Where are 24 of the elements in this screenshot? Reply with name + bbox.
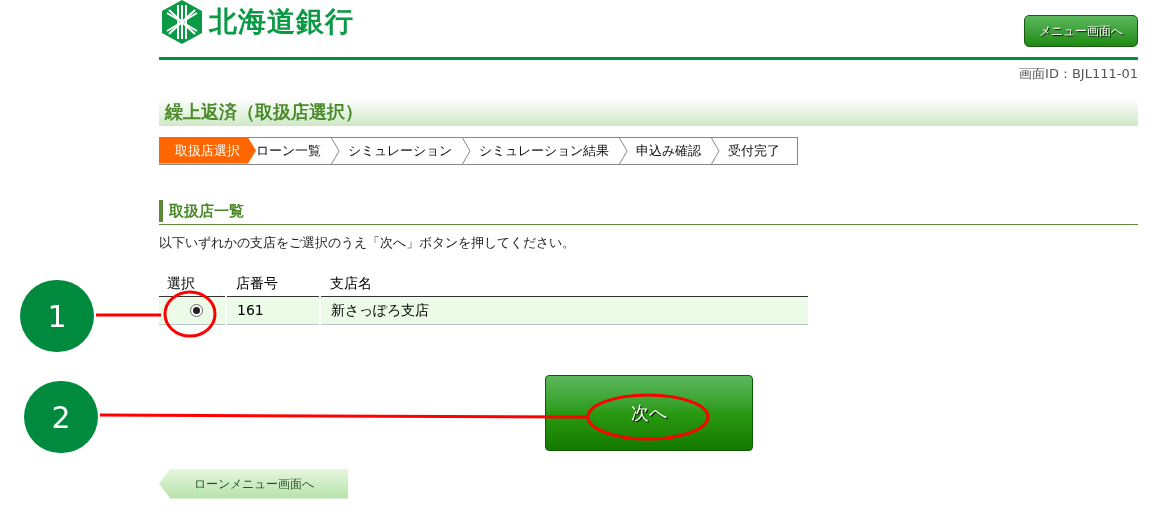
progress-step: シミュレーション結果 (471, 137, 619, 164)
bank-name: 北海道銀行 (209, 8, 354, 36)
instruction-text: 以下いずれかの支店をご選択のうえ「次へ」ボタンを押してください。 (159, 234, 576, 252)
column-header: 選択 (159, 270, 226, 296)
table-cell: 161 (226, 296, 320, 324)
step-marker: 1 (20, 280, 94, 352)
column-header: 支店名 (320, 270, 808, 296)
highlight-ring (163, 290, 217, 338)
column-header: 店番号 (226, 270, 320, 296)
page-title: 繰上返済（取扱店選択） (165, 100, 363, 124)
leader-line (96, 313, 161, 317)
radio-button[interactable] (189, 304, 203, 317)
logo-icon (159, 0, 205, 45)
section-title: 取扱店一覧 (159, 199, 244, 222)
table-cell: 新さっぽろ支店 (320, 296, 808, 324)
step-marker: 2 (24, 381, 98, 453)
menu-screen-button[interactable]: メニュー画面へ (1024, 15, 1138, 47)
progress-step: 申込み確認 (628, 137, 711, 164)
progress-step: シミュレーション (340, 137, 462, 164)
progress-step: 取扱店選択 (159, 137, 256, 164)
progress-step: 受付完了 (720, 137, 790, 164)
screen-id: 画面ID：BJL111-01 (1019, 65, 1138, 83)
loan-menu-button[interactable]: ローンメニュー画面へ (159, 468, 348, 499)
next-button[interactable]: 次へ (545, 374, 753, 451)
